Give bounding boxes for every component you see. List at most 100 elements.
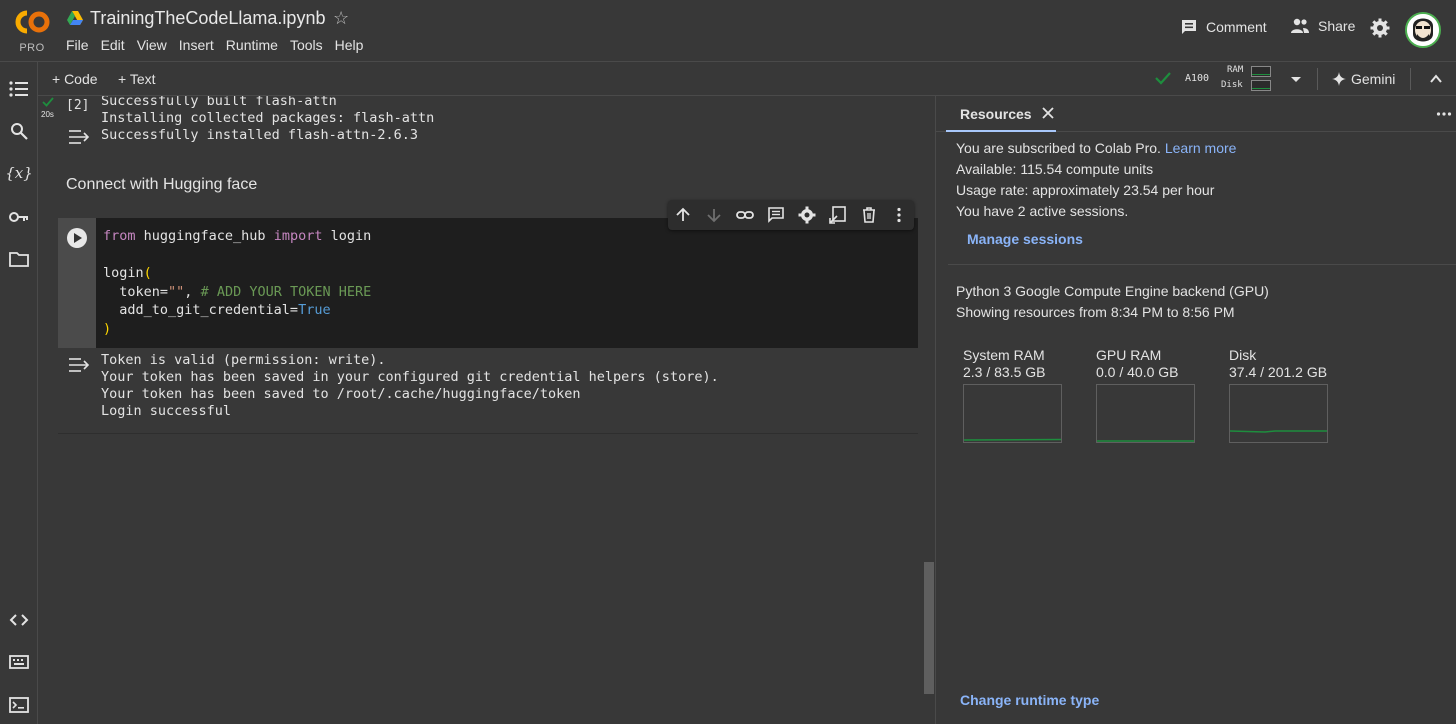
time-range: Showing resources from 8:34 PM to 8:56 P… — [956, 304, 1235, 320]
output-actions-icon[interactable] — [68, 356, 90, 374]
left-sidebar: {x} — [0, 62, 38, 724]
code-token: ( — [143, 265, 152, 281]
resources-panel: Resources You are subscribed to Colab Pr… — [935, 96, 1456, 724]
notebook-title[interactable]: TrainingTheCodeLlama.ipynb — [90, 8, 325, 29]
more-vert-icon[interactable] — [890, 206, 908, 224]
backend-info: Python 3 Google Compute Engine backend (… — [956, 281, 1269, 323]
active-sessions: You have 2 active sessions. — [956, 203, 1129, 219]
gpu-ram-gauge: GPU RAM 0.0 / 40.0 GB — [1096, 347, 1206, 443]
search-icon[interactable] — [8, 120, 30, 142]
share-people-icon — [1291, 18, 1309, 33]
google-drive-icon[interactable] — [67, 11, 83, 25]
run-cell-button[interactable] — [67, 228, 87, 248]
add-text-button[interactable]: + Text — [118, 71, 156, 87]
close-icon[interactable] — [1041, 106, 1055, 120]
menu-insert[interactable]: Insert — [179, 37, 214, 53]
comment-label: Comment — [1206, 19, 1267, 35]
code-token: , — [184, 283, 201, 300]
code-editor[interactable]: from huggingface_hub import login login(… — [103, 227, 371, 338]
usage-line — [963, 438, 1062, 441]
notebook-scrollbar[interactable] — [924, 562, 934, 694]
terminal-icon[interactable] — [8, 694, 30, 716]
connected-check-icon[interactable] — [1154, 69, 1172, 87]
system-ram-gauge: System RAM 2.3 / 83.5 GB — [963, 347, 1073, 443]
command-palette-icon[interactable] — [8, 651, 30, 673]
menu-help[interactable]: Help — [335, 37, 364, 53]
toolbar-divider — [1317, 68, 1318, 90]
chevron-up-icon[interactable] — [1428, 71, 1444, 87]
code-token: login — [322, 228, 372, 244]
notebook-toolbar: + Code + Text A100 RAM Disk Gemini — [38, 62, 1456, 96]
usage-line — [1097, 440, 1194, 442]
cell-toolbar — [668, 200, 914, 230]
move-down-icon[interactable] — [705, 206, 723, 224]
notebook-area[interactable]: 20s [2] Successfully built flash-attn In… — [38, 96, 934, 724]
disk-label: Disk — [1221, 80, 1243, 90]
cell-executed-check-icon — [42, 97, 54, 107]
gpu-type-label[interactable]: A100 — [1185, 73, 1209, 84]
usage-graph — [1229, 384, 1328, 443]
code-token: huggingface_hub — [135, 228, 274, 244]
comment-icon[interactable] — [767, 206, 785, 224]
toolbar-divider — [1410, 68, 1411, 90]
add-code-button[interactable]: + Code — [52, 71, 98, 87]
usage-graph — [963, 384, 1062, 443]
gear-icon[interactable] — [1370, 18, 1390, 38]
divider — [948, 264, 1456, 265]
learn-more-link[interactable]: Learn more — [1165, 140, 1237, 156]
more-horiz-icon[interactable] — [1436, 107, 1452, 121]
code-token: from — [103, 228, 136, 244]
backend-description: Python 3 Google Compute Engine backend (… — [956, 283, 1269, 299]
menu-edit[interactable]: Edit — [101, 37, 125, 53]
menu-file[interactable]: File — [66, 37, 89, 53]
menu-runtime[interactable]: Runtime — [226, 37, 278, 53]
gemini-button[interactable]: Gemini — [1332, 71, 1395, 87]
code-snippets-icon[interactable] — [8, 609, 30, 631]
output-actions-icon[interactable] — [68, 128, 90, 146]
share-button[interactable]: Share — [1290, 18, 1355, 34]
menu-view[interactable]: View — [137, 37, 167, 53]
table-of-contents-icon[interactable] — [8, 78, 30, 100]
delete-icon[interactable] — [860, 206, 878, 224]
gauge-title: Disk — [1229, 347, 1257, 363]
colab-logo-icon — [15, 10, 50, 34]
gauge-value: 0.0 / 40.0 GB — [1096, 364, 1179, 380]
colab-logo[interactable]: PRO — [12, 8, 52, 54]
ram-usage-bar[interactable] — [1251, 66, 1271, 77]
manage-sessions-link[interactable]: Manage sessions — [967, 231, 1083, 247]
panel-tab-bar: Resources — [936, 96, 1456, 132]
sparkle-icon — [1332, 72, 1346, 86]
code-comment: # ADD YOUR TOKEN HERE — [200, 283, 372, 300]
gauge-value: 37.4 / 201.2 GB — [1229, 364, 1328, 380]
link-icon[interactable] — [736, 206, 754, 224]
usage-rate: Usage rate: approximately 23.54 per hour — [956, 182, 1215, 198]
disk-usage-bar[interactable] — [1251, 80, 1271, 91]
variables-icon[interactable]: {x} — [5, 162, 33, 184]
avatar[interactable] — [1405, 12, 1441, 48]
comment-button[interactable]: Comment — [1180, 18, 1267, 36]
cell-gutter — [58, 218, 96, 348]
code-token: "" — [168, 283, 185, 300]
gauge-title: System RAM — [963, 347, 1045, 363]
move-up-icon[interactable] — [674, 206, 692, 224]
code-cell[interactable]: from huggingface_hub import login login(… — [58, 218, 918, 348]
gauge-value: 2.3 / 83.5 GB — [963, 364, 1046, 380]
cell-output: Token is valid (permission: write). Your… — [101, 352, 719, 419]
menu-tools[interactable]: Tools — [290, 37, 323, 53]
key-icon[interactable] — [8, 206, 30, 228]
markdown-cell[interactable]: Connect with Hugging face — [66, 176, 257, 194]
gear-icon[interactable] — [798, 206, 816, 224]
tab-resources[interactable]: Resources — [946, 96, 1056, 132]
subscription-info: You are subscribed to Colab Pro. Learn m… — [956, 138, 1236, 222]
star-icon[interactable]: ☆ — [333, 8, 349, 29]
chevron-down-icon[interactable] — [1288, 71, 1304, 87]
change-runtime-link[interactable]: Change runtime type — [960, 692, 1099, 708]
cell-output: Successfully built flash-attn Installing… — [101, 96, 435, 143]
share-label: Share — [1318, 18, 1356, 34]
usage-line — [1229, 430, 1327, 433]
gauge-title: GPU RAM — [1096, 347, 1162, 363]
available-units: Available: 115.54 compute units — [956, 161, 1154, 177]
mirror-cell-icon[interactable] — [829, 206, 847, 224]
gemini-label: Gemini — [1351, 71, 1396, 87]
folder-icon[interactable] — [8, 248, 30, 270]
